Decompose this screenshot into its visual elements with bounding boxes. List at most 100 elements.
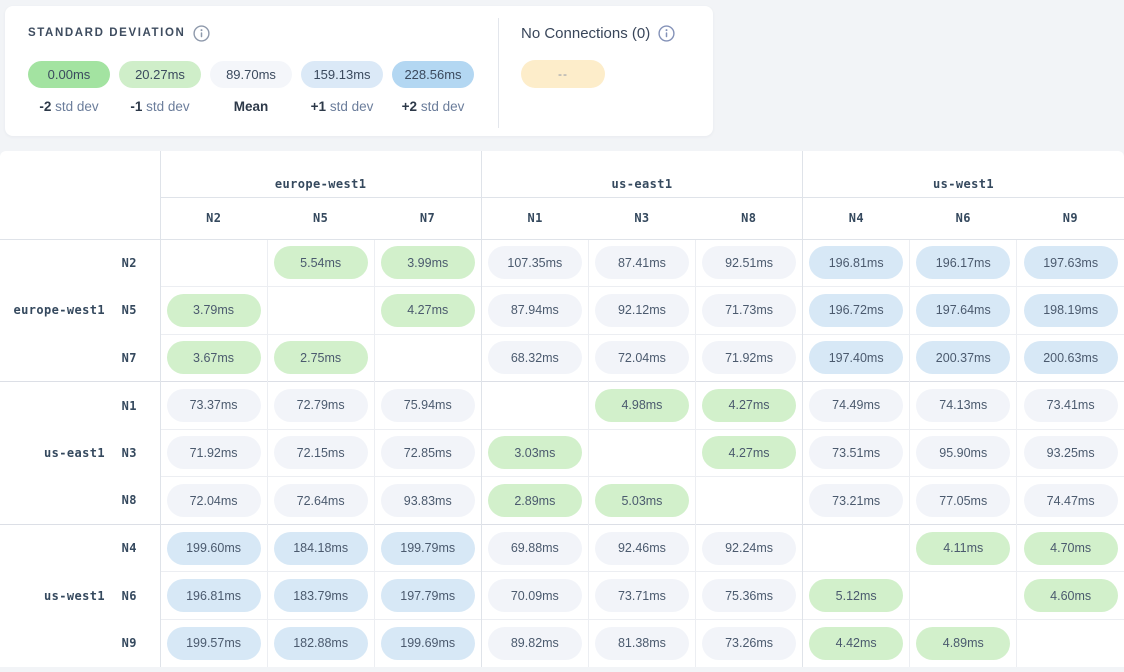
latency-cell: 81.38ms: [588, 619, 695, 667]
latency-cell: 3.79ms: [160, 287, 267, 335]
latency-pill: 74.13ms: [916, 389, 1010, 422]
latency-cell: 4.89ms: [910, 619, 1017, 667]
std-dev-items: 0.00ms-2 std dev20.27ms-1 std dev89.70ms…: [28, 61, 474, 114]
latency-pill: 92.12ms: [595, 294, 689, 327]
latency-cell: 71.73ms: [695, 287, 802, 335]
latency-pill: 4.42ms: [809, 627, 903, 660]
latency-pill: 77.05ms: [916, 484, 1010, 517]
latency-cell: 182.88ms: [267, 619, 374, 667]
latency-cell: 5.12ms: [803, 572, 910, 620]
latency-cell: 72.85ms: [374, 429, 481, 477]
latency-cell: 71.92ms: [160, 429, 267, 477]
table-row: N6196.81ms183.79ms197.79ms70.09ms73.71ms…: [0, 572, 1124, 620]
latency-pill: 2.89ms: [488, 484, 582, 517]
latency-cell: 5.54ms: [267, 239, 374, 287]
empty-cell: [481, 382, 588, 430]
legend-item: 159.13ms+1 std dev: [301, 61, 383, 114]
latency-cell: 4.27ms: [695, 429, 802, 477]
latency-pill: 73.41ms: [1024, 389, 1118, 422]
latency-pill: 200.37ms: [916, 341, 1010, 374]
region-row-label: us-west1: [0, 524, 105, 667]
latency-cell: 70.09ms: [481, 572, 588, 620]
latency-pill: 73.71ms: [595, 579, 689, 612]
latency-cell: 196.81ms: [160, 572, 267, 620]
table-row: us-west1N4199.60ms184.18ms199.79ms69.88m…: [0, 524, 1124, 572]
column-node-label: N4: [803, 197, 910, 239]
latency-pill: 75.94ms: [381, 389, 475, 422]
latency-matrix: europe-west1us-east1us-west1N2N5N7N1N3N8…: [0, 151, 1124, 667]
latency-pill: 197.79ms: [381, 579, 475, 612]
latency-cell: 75.36ms: [695, 572, 802, 620]
latency-cell: 3.99ms: [374, 239, 481, 287]
latency-cell: 72.04ms: [588, 334, 695, 382]
node-row-label: N1: [105, 382, 160, 430]
latency-cell: 197.79ms: [374, 572, 481, 620]
latency-cell: 93.25ms: [1017, 429, 1124, 477]
latency-pill: 196.81ms: [809, 246, 903, 279]
latency-cell: 87.41ms: [588, 239, 695, 287]
latency-cell: 73.37ms: [160, 382, 267, 430]
latency-cell: 200.37ms: [910, 334, 1017, 382]
matrix-corner-cell: [0, 151, 160, 239]
legend-item: 89.70msMean: [210, 61, 292, 114]
latency-pill: 5.54ms: [274, 246, 368, 279]
latency-pill: 93.25ms: [1024, 436, 1118, 469]
latency-cell: 72.64ms: [267, 477, 374, 525]
latency-cell: 107.35ms: [481, 239, 588, 287]
latency-cell: 73.71ms: [588, 572, 695, 620]
latency-pill: 72.04ms: [595, 341, 689, 374]
latency-cell: 2.89ms: [481, 477, 588, 525]
latency-pill: 74.47ms: [1024, 484, 1118, 517]
latency-cell: 75.94ms: [374, 382, 481, 430]
latency-pill: 182.88ms: [274, 627, 368, 660]
node-row-label: N8: [105, 477, 160, 525]
latency-pill: 3.03ms: [488, 436, 582, 469]
table-row: N53.79ms4.27ms87.94ms92.12ms71.73ms196.7…: [0, 287, 1124, 335]
legend-item: 20.27ms-1 std dev: [119, 61, 201, 114]
latency-cell: 93.83ms: [374, 477, 481, 525]
table-row: us-east1N173.37ms72.79ms75.94ms4.98ms4.2…: [0, 382, 1124, 430]
latency-cell: 4.98ms: [588, 382, 695, 430]
column-node-label: N1: [481, 197, 588, 239]
latency-pill: 69.88ms: [488, 532, 582, 565]
latency-pill: 197.64ms: [916, 294, 1010, 327]
info-icon[interactable]: [658, 25, 675, 42]
latency-pill: 70.09ms: [488, 579, 582, 612]
latency-cell: 199.60ms: [160, 524, 267, 572]
latency-cell: 3.67ms: [160, 334, 267, 382]
latency-pill: 68.32ms: [488, 341, 582, 374]
node-row-label: N2: [105, 239, 160, 287]
node-row-label: N5: [105, 287, 160, 335]
latency-pill: 4.27ms: [702, 389, 796, 422]
latency-pill: 72.15ms: [274, 436, 368, 469]
latency-pill: 107.35ms: [488, 246, 582, 279]
no-connections-title: No Connections (0): [521, 25, 650, 42]
empty-cell: [910, 572, 1017, 620]
latency-cell: 184.18ms: [267, 524, 374, 572]
latency-pill: 72.04ms: [167, 484, 261, 517]
latency-cell: 4.27ms: [374, 287, 481, 335]
latency-cell: 92.46ms: [588, 524, 695, 572]
legend-item-label: Mean: [234, 99, 269, 114]
latency-matrix-table: europe-west1us-east1us-west1N2N5N7N1N3N8…: [0, 151, 1124, 667]
latency-cell: 72.04ms: [160, 477, 267, 525]
empty-cell: [803, 524, 910, 572]
table-row: europe-west1N25.54ms3.99ms107.35ms87.41m…: [0, 239, 1124, 287]
latency-cell: 4.11ms: [910, 524, 1017, 572]
info-icon[interactable]: [193, 25, 210, 42]
legend-card: STANDARD DEVIATION 0.00ms-2 std dev20.27…: [5, 6, 713, 136]
latency-pill: 87.94ms: [488, 294, 582, 327]
latency-cell: 72.79ms: [267, 382, 374, 430]
latency-cell: 95.90ms: [910, 429, 1017, 477]
legend-item-label: +1 std dev: [311, 99, 374, 114]
latency-pill: 3.67ms: [167, 341, 261, 374]
latency-cell: 74.49ms: [803, 382, 910, 430]
table-row: N872.04ms72.64ms93.83ms2.89ms5.03ms73.21…: [0, 477, 1124, 525]
latency-cell: 89.82ms: [481, 619, 588, 667]
latency-pill: 4.60ms: [1024, 579, 1118, 612]
latency-pill: 4.27ms: [381, 294, 475, 327]
latency-pill: 4.11ms: [916, 532, 1010, 565]
latency-pill: 71.92ms: [167, 436, 261, 469]
latency-pill: 89.82ms: [488, 627, 582, 660]
empty-cell: [267, 287, 374, 335]
